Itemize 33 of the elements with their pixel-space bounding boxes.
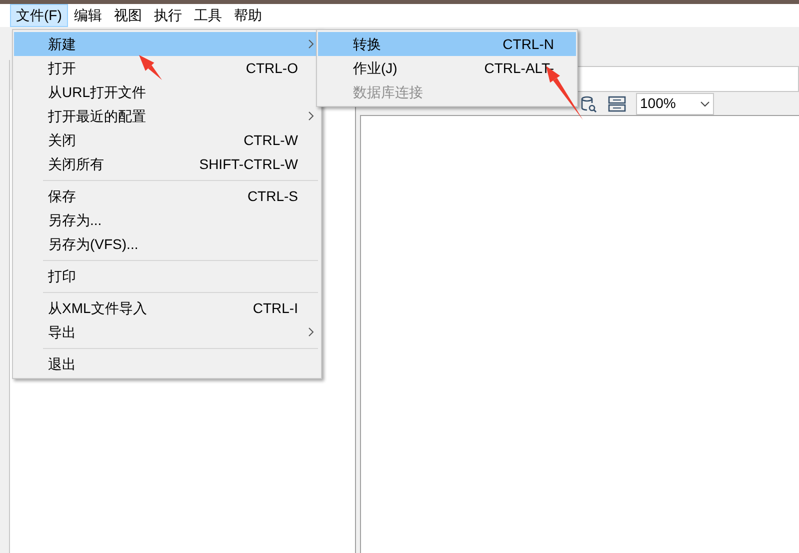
chevron-down-icon <box>700 100 710 106</box>
menu-item[interactable]: 打开最近的配置 <box>14 104 320 128</box>
shortcut-text: CTRL-N <box>502 34 554 54</box>
menu-item[interactable]: 退出 <box>14 352 320 376</box>
shortcut-text: CTRL-ALT- <box>484 58 554 78</box>
menu-item[interactable]: 转换 CTRL-N <box>318 32 576 56</box>
menu-item[interactable]: 导出 <box>14 320 320 344</box>
menu-bar-item[interactable]: 帮助 <box>228 4 268 27</box>
menu-item[interactable]: 打印 <box>14 264 320 288</box>
menu-item[interactable]: 作业(J) CTRL-ALT- <box>318 56 576 80</box>
shortcut-text: CTRL-I <box>252 298 298 318</box>
menu-item: 数据库连接 <box>352 82 424 102</box>
menu-item[interactable]: 另存为(VFS)... <box>14 232 320 256</box>
menu-item[interactable]: 另存为... <box>14 208 320 232</box>
menu-item[interactable]: 打开 CTRL-O <box>14 56 320 80</box>
menu-item[interactable]: 从XML文件导入 CTRL-I <box>14 296 320 320</box>
menu-item[interactable]: 关闭所有 SHIFT-CTRL-W <box>14 152 320 176</box>
menu-item[interactable]: 从URL打开文件 <box>14 80 320 104</box>
menu-bar-item[interactable]: 执行 <box>148 4 188 27</box>
menu-bar-item[interactable]: 文件(F) <box>10 4 68 27</box>
shortcut-text: CTRL-S <box>247 186 298 206</box>
menu-bar-item[interactable]: 视图 <box>108 4 148 27</box>
database-search-icon[interactable] <box>580 94 598 112</box>
menu-item[interactable]: 关闭 CTRL-W <box>14 128 320 152</box>
menu-item[interactable]: 保存 CTRL-S <box>14 184 320 208</box>
menu-bar-item[interactable]: 编辑 <box>68 4 108 27</box>
grid-layout-icon[interactable] <box>608 96 626 112</box>
shortcut-text: SHIFT-CTRL-W <box>199 154 298 174</box>
shortcut-text: CTRL-O <box>246 58 298 78</box>
zoom-dropdown[interactable]: 100% <box>636 92 714 114</box>
menu-bar-item[interactable]: 工具 <box>188 4 228 27</box>
shortcut-text: CTRL-W <box>244 130 298 150</box>
annotation-arrow <box>139 55 162 80</box>
